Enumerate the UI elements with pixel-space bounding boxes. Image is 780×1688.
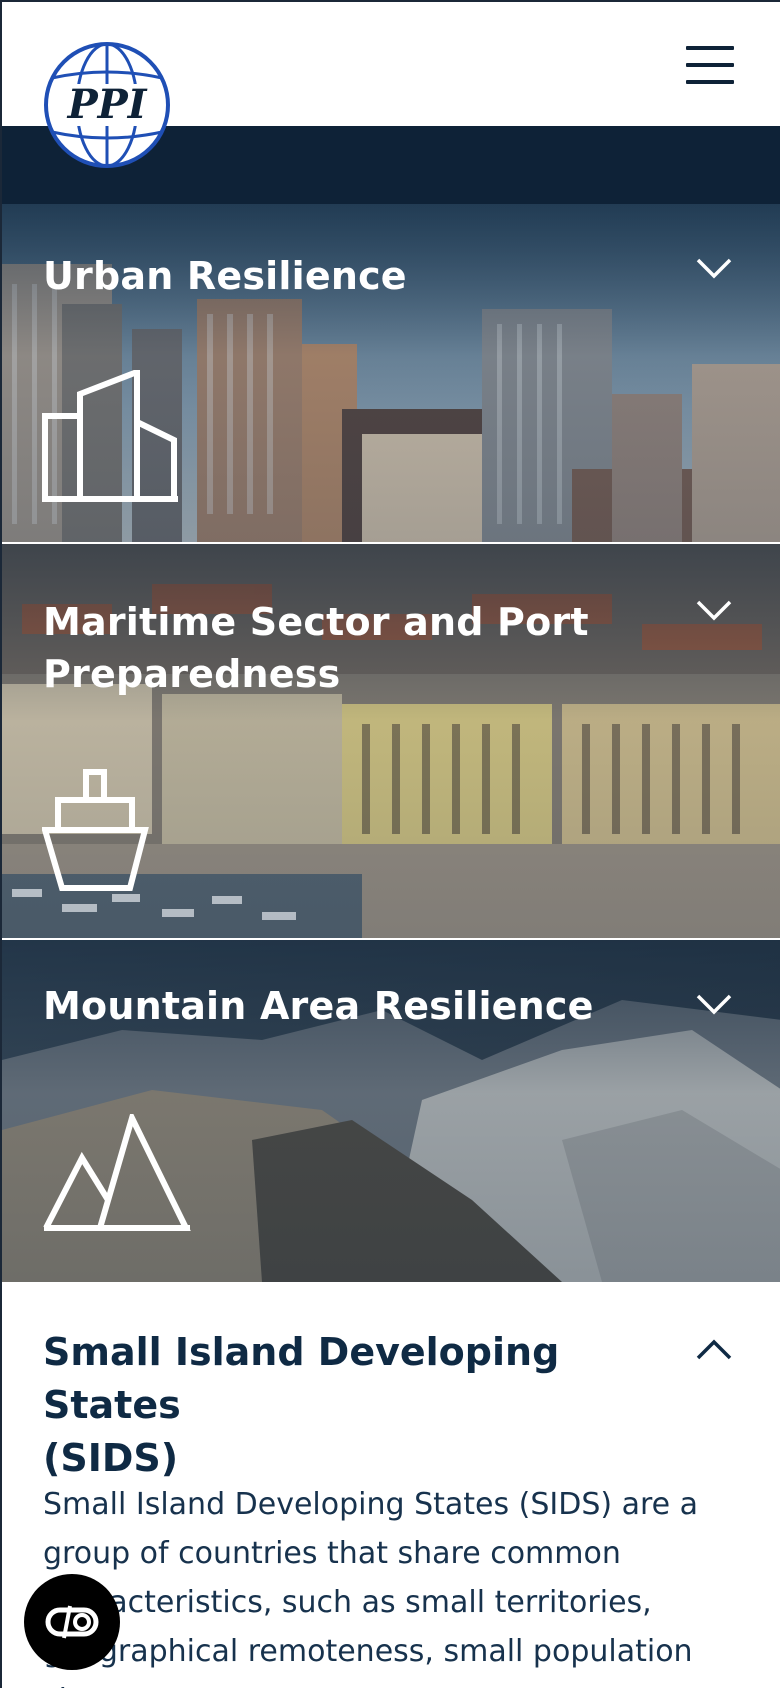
body-line: Small Island Developing States (SIDS) ar…: [43, 1487, 699, 1522]
chevron-down-icon[interactable]: [694, 598, 734, 624]
hamburger-menu-icon: [686, 63, 734, 67]
section-title-line: (SIDS): [43, 1436, 179, 1480]
section-title-line: Small Island Developing States: [43, 1330, 560, 1427]
panel-title: Maritime Sector and Port Preparedness: [43, 596, 589, 700]
page: PPI Urban Resilience Maritime Sector and…: [0, 0, 780, 1688]
body-line: characteristics, such as small territori…: [43, 1585, 652, 1620]
globe-logo-icon: PPI: [44, 42, 170, 168]
panel-title: Mountain Area Resilience: [43, 984, 594, 1028]
mountains-icon: [43, 1114, 191, 1231]
ship-icon: [42, 769, 149, 891]
ppi-logo[interactable]: PPI: [42, 40, 172, 170]
accessibility-button[interactable]: [24, 1574, 120, 1670]
hamburger-menu-icon: [686, 80, 734, 84]
body-line: geographical remoteness, small populatio…: [43, 1634, 693, 1688]
panel-title-line: Preparedness: [43, 652, 341, 696]
buildings-icon: [42, 370, 178, 502]
accessibility-toggle-icon: [45, 1605, 99, 1639]
panel-title: Urban Resilience: [43, 254, 407, 298]
chevron-up-icon[interactable]: [694, 1336, 734, 1362]
accordion-item-maritime-sector[interactable]: Maritime Sector and Port Preparedness: [2, 544, 780, 938]
panel-title-line: Maritime Sector and Port: [43, 600, 589, 644]
hamburger-menu-icon: [686, 46, 734, 50]
accordion-item-mountain-area[interactable]: Mountain Area Resilience: [2, 940, 780, 1282]
logo-text: PPI: [67, 81, 148, 128]
section-body: Small Island Developing States (SIDS) ar…: [43, 1480, 763, 1688]
chevron-down-icon[interactable]: [694, 256, 734, 282]
accordion-item-urban-resilience[interactable]: Urban Resilience: [2, 204, 780, 542]
section-title[interactable]: Small Island Developing States (SIDS): [43, 1326, 683, 1485]
chevron-down-icon[interactable]: [694, 992, 734, 1018]
hamburger-menu-button[interactable]: [682, 42, 738, 88]
body-line: group of countries that share common: [43, 1536, 621, 1571]
